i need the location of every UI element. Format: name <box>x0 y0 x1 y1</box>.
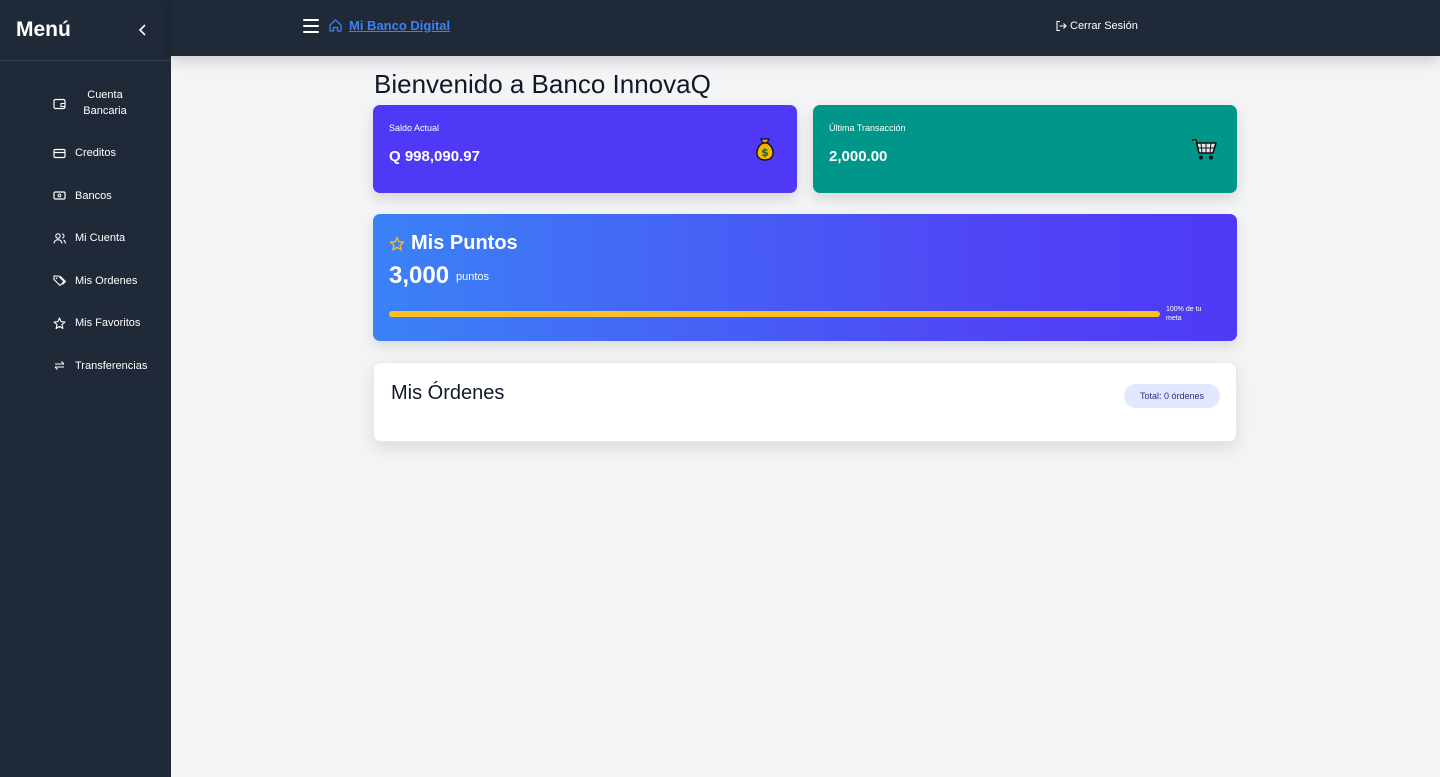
sidebar-item-bancos[interactable]: Bancos <box>0 186 171 206</box>
logout-icon <box>1056 20 1067 32</box>
svg-text:$: $ <box>761 146 769 159</box>
last-transaction-card: Última Transacción 2,000.00 <box>813 105 1237 193</box>
orders-title: Mis Órdenes <box>391 382 505 404</box>
sidebar-item-transferencias[interactable]: Transferencias <box>0 356 171 376</box>
sidebar: Menú Cuenta Bancaria Creditos Bancos Mi … <box>0 0 171 777</box>
balance-value: Q 998,090.97 <box>389 148 480 165</box>
points-progress-fill <box>389 311 1160 317</box>
money-bag-icon: $ <box>756 138 774 161</box>
points-progress-label: 100% de tu meta <box>1166 306 1202 322</box>
wallet-icon <box>53 97 66 110</box>
shopping-cart-icon <box>1192 139 1217 160</box>
sidebar-item-cuenta-bancaria[interactable]: Cuenta Bancaria <box>0 85 171 121</box>
users-icon <box>53 232 66 245</box>
star-outline-icon <box>389 236 405 250</box>
points-title: Mis Puntos <box>411 232 518 254</box>
tags-icon <box>53 274 66 287</box>
home-icon <box>329 19 342 32</box>
sidebar-item-creditos[interactable]: Creditos <box>0 143 171 163</box>
orders-total-badge: Total: 0 órdenes <box>1123 384 1220 408</box>
topbar: Mi Banco Digital Cerrar Sesión <box>171 0 1440 56</box>
sidebar-item-mi-cuenta[interactable]: Mi Cuenta <box>0 228 171 248</box>
balance-card: Saldo Actual Q 998,090.97 $ <box>373 105 797 193</box>
sidebar-item-label: Bancos <box>75 189 112 202</box>
chevron-left-icon[interactable] <box>135 22 151 38</box>
star-icon <box>53 316 66 330</box>
sidebar-item-label: Mi Cuenta <box>75 232 126 244</box>
sidebar-header: Menú <box>0 0 171 61</box>
sidebar-item-label: Mis Favoritos <box>75 317 141 329</box>
sidebar-nav: Cuenta Bancaria Creditos Bancos Mi Cuent… <box>0 61 171 376</box>
logout-button[interactable]: Cerrar Sesión <box>1055 20 1138 32</box>
last-transaction-label: Última Transacción <box>829 123 906 133</box>
sidebar-item-label: Cuenta Bancaria <box>83 89 127 117</box>
brand-link[interactable]: Mi Banco Digital <box>328 18 450 33</box>
banknote-icon <box>53 189 66 202</box>
page-title: Bienvenido a Banco InnovaQ <box>374 69 711 99</box>
hamburger-menu-icon[interactable] <box>303 19 319 33</box>
arrows-exchange-icon <box>53 359 66 372</box>
sidebar-item-label: Transferencias <box>75 359 148 372</box>
last-transaction-value: 2,000.00 <box>829 148 888 165</box>
sidebar-item-label: Creditos <box>75 147 116 159</box>
brand-text: Mi Banco Digital <box>349 18 451 33</box>
points-progress-bar <box>389 311 1160 317</box>
sidebar-item-mis-favoritos[interactable]: Mis Favoritos <box>0 313 171 333</box>
sidebar-title: Menú <box>16 18 71 41</box>
points-unit: puntos <box>456 271 490 283</box>
sidebar-item-label: Mis Ordenes <box>75 274 138 287</box>
balance-label: Saldo Actual <box>389 123 440 133</box>
points-header: Mis Puntos <box>389 232 518 255</box>
credit-card-icon <box>53 147 66 160</box>
points-value: 3,000 <box>389 262 450 289</box>
logout-label: Cerrar Sesión <box>1070 20 1138 32</box>
orders-card: Mis Órdenes Total: 0 órdenes <box>373 362 1237 442</box>
points-card: Mis Puntos 3,000 puntos 100% de tu meta <box>373 214 1237 341</box>
sidebar-item-mis-ordenes[interactable]: Mis Ordenes <box>0 271 171 291</box>
